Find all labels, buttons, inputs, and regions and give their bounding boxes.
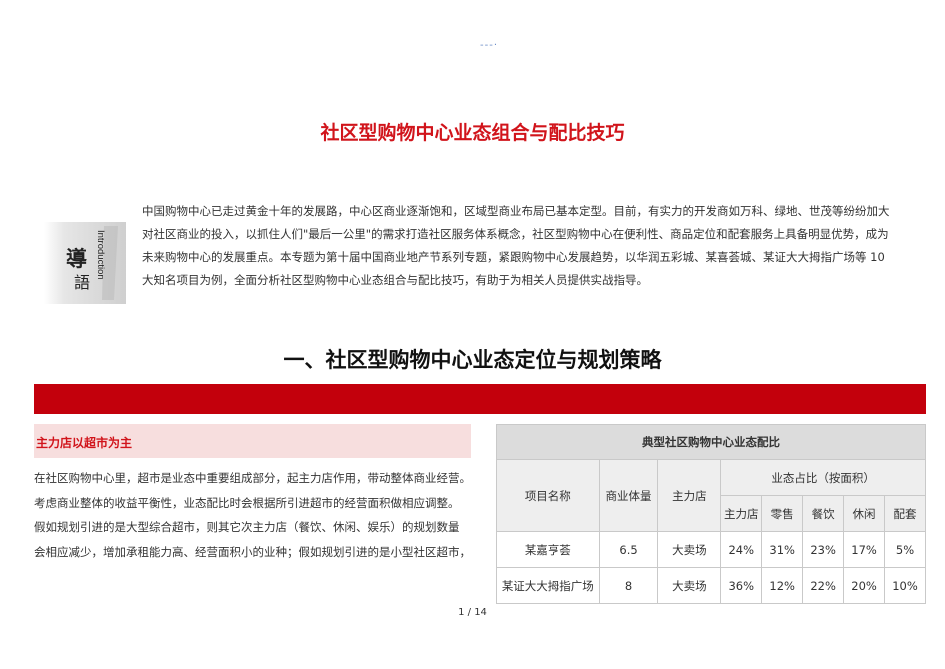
cell-ratio: 20% — [843, 567, 886, 604]
header-ratio-group: 业态占比（按面积） — [720, 459, 926, 496]
intro-line: 对社区商业的投入，以抓住人们"最后一公里"的需求打造社区服务体系概念，社区型购物… — [142, 227, 889, 241]
intro-line: 大知名项目为例，全面分析社区型购物中心业态组合与配比技巧，有助于为相关人员提供实… — [142, 273, 648, 287]
cell-anchor: 大卖场 — [657, 567, 722, 604]
svg-text:語: 語 — [74, 273, 90, 292]
cell-ratio: 10% — [884, 567, 926, 604]
subheading: 主力店以超市为主 — [36, 436, 133, 450]
cell-ratio: 22% — [802, 567, 845, 604]
table-row: 某嘉亨荟 6.5 大卖场 24% 31% 23% 17% 5% — [496, 531, 926, 568]
cell-project: 某嘉亨荟 — [496, 531, 600, 568]
cell-ratio: 31% — [761, 531, 804, 568]
svg-text:導: 導 — [66, 246, 87, 271]
cell-ratio: 17% — [843, 531, 886, 568]
page-current: 1 — [458, 607, 465, 618]
ratio-table: 典型社区购物中心业态配比 项目名称 商业体量 主力店 业态占比（按面积） 主力店… — [496, 424, 926, 604]
page-separator: / — [467, 607, 471, 618]
header-anchor: 主力店 — [657, 459, 722, 532]
section-title: 一、社区型购物中心业态定位与规划策略 — [283, 348, 662, 372]
header-volume: 商业体量 — [598, 459, 659, 532]
intro-line: 中国购物中心已走过黄金十年的发展路，中心区商业逐渐饱和，区域型商业布局已基本定型… — [142, 204, 890, 218]
header-project: 项目名称 — [496, 459, 600, 532]
header-ratio-col: 休闲 — [843, 495, 886, 532]
body-line: 假如规划引进的是大型综合超市，则其它次主力店（餐饮、休闲、娱乐）的规划数量 — [34, 520, 460, 534]
header-ratio-col: 餐饮 — [802, 495, 845, 532]
intro-line: 未来购物中心的发展重点。本专题为第十届中国商业地产节系列专题，紧跟购物中心发展趋… — [142, 250, 885, 264]
header-ratio-col: 主力店 — [720, 495, 763, 532]
cell-volume: 6.5 — [598, 531, 659, 568]
cell-volume: 8 — [598, 567, 659, 604]
table-caption: 典型社区购物中心业态配比 — [496, 424, 926, 460]
cell-ratio: 12% — [761, 567, 804, 604]
page-title: 社区型购物中心业态组合与配比技巧 — [320, 122, 625, 144]
body-line: 会相应减少，增加承租能力高、经营面积小的业种；假如规划引进的是小型社区超市， — [34, 544, 471, 559]
cell-ratio: 5% — [884, 531, 926, 568]
header-ratio-col: 零售 — [761, 495, 804, 532]
cell-ratio: 24% — [720, 531, 763, 568]
cell-anchor: 大卖场 — [657, 531, 722, 568]
subheading-box: 主力店以超市为主 — [34, 424, 471, 458]
page-footer: 1 / 14 — [0, 607, 945, 618]
intro-paragraph: 中国购物中心已走过黄金十年的发展路，中心区商业逐渐饱和，区域型商业布局已基本定型… — [142, 200, 914, 292]
cell-ratio: 23% — [802, 531, 845, 568]
body-line: 考虑商业整体的收益平衡性，业态配比时会根据所引进超市的经营面积做相应调整。 — [34, 495, 460, 510]
body-paragraph: 在社区购物中心里，超市是业态中重要组成部分，起主力店作用，带动整体商业经营。 考… — [34, 466, 474, 564]
cell-project: 某证大大拇指广场 — [496, 567, 600, 604]
section-banner-bar — [34, 384, 926, 414]
svg-text:Introduction: Introduction — [95, 230, 106, 280]
header-dots: ---· — [480, 40, 499, 51]
intro-badge-image: 導 語 Introduction — [44, 222, 126, 304]
header-ratio-col: 配套 — [884, 495, 926, 532]
body-line: 在社区购物中心里，超市是业态中重要组成部分，起主力店作用，带动整体商业经营。 — [34, 471, 471, 485]
page-total: 14 — [474, 607, 487, 618]
table-row: 某证大大拇指广场 8 大卖场 36% 12% 22% 20% 10% — [496, 567, 926, 604]
cell-ratio: 36% — [720, 567, 763, 604]
